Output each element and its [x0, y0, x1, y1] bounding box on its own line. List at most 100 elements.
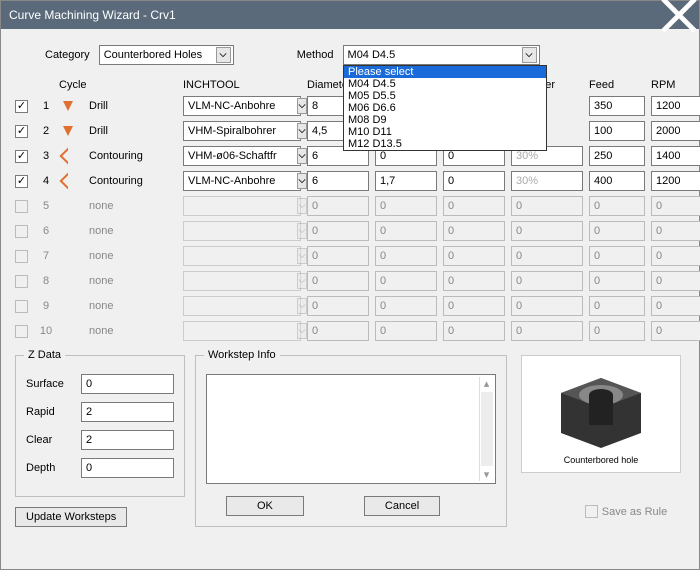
tool-combo — [183, 221, 301, 241]
category-label: Category — [45, 49, 90, 61]
workstep-info-textarea[interactable]: ▴ ▾ — [206, 374, 496, 484]
scrollbar[interactable]: ▴ ▾ — [479, 377, 493, 481]
method-option[interactable]: M04 D4.5 — [344, 78, 546, 90]
cycle-name: none — [89, 250, 177, 262]
tool-combo — [183, 271, 301, 291]
depth-input[interactable]: 1,7 — [375, 171, 437, 191]
rpm-input: 0 — [651, 321, 700, 341]
tool-combo — [183, 246, 301, 266]
bottom-section: Z Data Surface0 Rapid2 Clear2 Depth0 Upd… — [15, 355, 685, 527]
chevron-down-icon — [297, 323, 307, 339]
step-input[interactable]: 30% — [511, 171, 583, 191]
illustration-column: Counterbored hole Save as Rule — [517, 355, 685, 527]
tool-combo[interactable]: VHM-ø06-Schaftfr — [183, 146, 301, 166]
step-input: 0 — [511, 196, 583, 216]
method-option[interactable]: M10 D11 — [344, 126, 546, 138]
row-checkbox — [15, 300, 28, 313]
tool-combo[interactable]: VHM-Spiralbohrer — [183, 121, 301, 141]
diam-input: 0 — [307, 246, 369, 266]
diam-input[interactable]: 6 — [307, 171, 369, 191]
window: Curve Machining Wizard - Crv1 Category C… — [0, 0, 700, 570]
rapid-input[interactable]: 2 — [81, 402, 174, 422]
row-number: 3 — [37, 150, 55, 162]
method-dropdown-list[interactable]: Please select M04 D4.5 M05 D5.5 M06 D6.6… — [343, 65, 547, 151]
feed-input: 0 — [589, 271, 645, 291]
method-option[interactable]: Please select — [344, 66, 546, 78]
rpm-input[interactable]: 1400 — [651, 146, 700, 166]
cancel-button[interactable]: Cancel — [364, 496, 440, 516]
feed-input: 0 — [589, 196, 645, 216]
feed-input: 0 — [589, 221, 645, 241]
rpm-input[interactable]: 2000 — [651, 121, 700, 141]
window-title: Curve Machining Wizard - Crv1 — [9, 8, 659, 22]
ok-button[interactable]: OK — [226, 496, 304, 516]
spin-input[interactable]: 0 — [443, 171, 505, 191]
cycle-name: none — [89, 300, 177, 312]
row-checkbox[interactable] — [15, 175, 28, 188]
spin-input: 0 — [443, 321, 505, 341]
drill-icon — [61, 124, 75, 138]
depth-input[interactable]: 0 — [81, 458, 174, 478]
row-checkbox — [15, 250, 28, 263]
chevron-down-icon — [522, 47, 537, 63]
feed-input[interactable]: 250 — [589, 146, 645, 166]
row-checkbox[interactable] — [15, 100, 28, 113]
rpm-input: 0 — [651, 271, 700, 291]
zdata-group: Z Data Surface0 Rapid2 Clear2 Depth0 — [15, 355, 185, 497]
method-option[interactable]: M12 D13.5 — [344, 138, 546, 150]
scroll-up-icon[interactable]: ▴ — [484, 377, 490, 390]
spin-input: 0 — [443, 221, 505, 241]
update-worksteps-button[interactable]: Update Worksteps — [15, 507, 127, 527]
step-input: 0 — [511, 271, 583, 291]
counterbored-hole-illustration: Counterbored hole — [521, 355, 681, 473]
diam-input: 0 — [307, 221, 369, 241]
feed-input: 0 — [589, 246, 645, 266]
category-combo[interactable]: Counterbored Holes — [99, 45, 234, 65]
rapid-label: Rapid — [26, 406, 81, 418]
close-button[interactable] — [659, 1, 699, 29]
spin-input: 0 — [443, 246, 505, 266]
feed-input[interactable]: 100 — [589, 121, 645, 141]
spin-input: 0 — [443, 196, 505, 216]
depth-input: 0 — [375, 296, 437, 316]
illustration-caption: Counterbored hole — [564, 455, 639, 465]
rpm-input[interactable]: 1200 — [651, 96, 700, 116]
rpm-input: 0 — [651, 296, 700, 316]
scroll-down-icon[interactable]: ▾ — [484, 468, 490, 481]
scroll-thumb[interactable] — [481, 392, 493, 466]
diam-input: 0 — [307, 296, 369, 316]
feed-input: 0 — [589, 321, 645, 341]
chevron-down-icon — [216, 47, 231, 63]
diam-input: 0 — [307, 271, 369, 291]
clear-input[interactable]: 2 — [81, 430, 174, 450]
save-as-rule: Save as Rule — [585, 505, 667, 518]
chevron-down-icon — [297, 273, 307, 289]
row-checkbox — [15, 200, 28, 213]
row-checkbox[interactable] — [15, 150, 28, 163]
surface-input[interactable]: 0 — [81, 374, 174, 394]
category-value: Counterbored Holes — [104, 49, 212, 61]
spin-input: 0 — [443, 271, 505, 291]
method-combo[interactable]: M04 D4.5 — [343, 45, 540, 65]
tool-combo[interactable]: VLM-NC-Anbohre — [183, 171, 301, 191]
chevron-down-icon — [297, 248, 307, 264]
method-option[interactable]: M06 D6.6 — [344, 102, 546, 114]
row-checkbox[interactable] — [15, 125, 28, 138]
method-option[interactable]: M05 D5.5 — [344, 90, 546, 102]
step-input: 0 — [511, 296, 583, 316]
depth-input: 0 — [375, 321, 437, 341]
tool-combo[interactable]: VLM-NC-Anbohre — [183, 96, 301, 116]
feed-input[interactable]: 400 — [589, 171, 645, 191]
cycle-name: none — [89, 275, 177, 287]
rpm-input: 0 — [651, 246, 700, 266]
row-checkbox — [15, 325, 28, 338]
row-checkbox — [15, 225, 28, 238]
method-option[interactable]: M08 D9 — [344, 114, 546, 126]
titlebar: Curve Machining Wizard - Crv1 — [1, 1, 699, 29]
rpm-input[interactable]: 1200 — [651, 171, 700, 191]
cycle-name: none — [89, 225, 177, 237]
feed-input[interactable]: 350 — [589, 96, 645, 116]
chevron-down-icon — [297, 123, 307, 139]
clear-label: Clear — [26, 434, 81, 446]
cycle-name: Contouring — [89, 175, 177, 187]
